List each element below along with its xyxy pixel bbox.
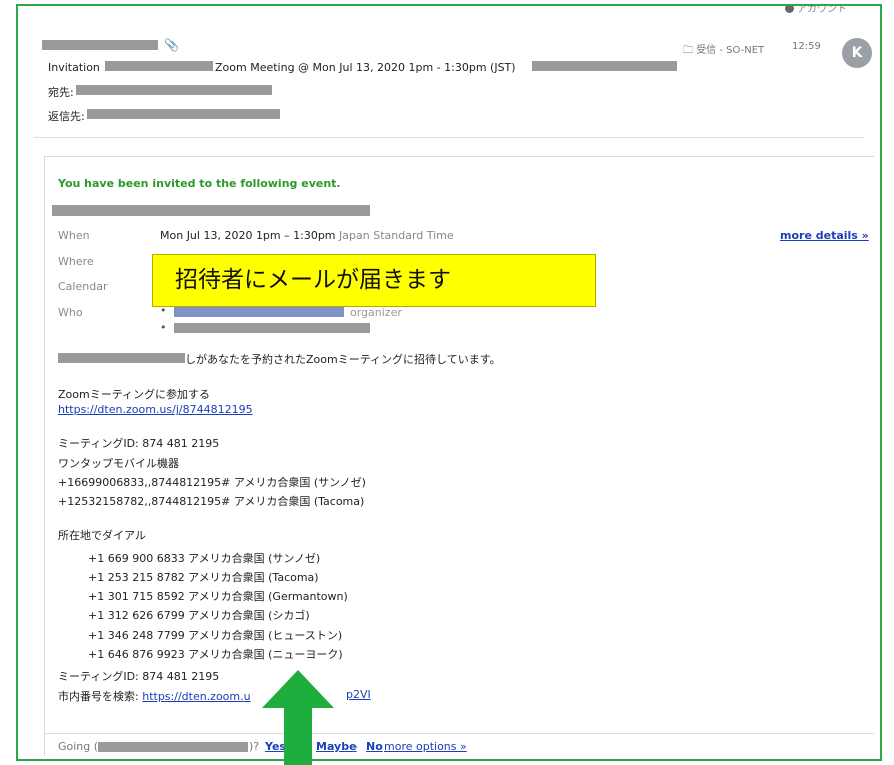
dial-number: +1 312 626 6799 アメリカ合衆国 (シカゴ) bbox=[88, 609, 310, 622]
up-arrow-icon bbox=[262, 670, 334, 765]
redacted-to bbox=[76, 85, 272, 95]
more-details-link[interactable]: more details » bbox=[780, 229, 869, 242]
going-label: Going ( bbox=[58, 740, 99, 753]
rsvp-separator: - bbox=[354, 740, 358, 753]
folder-icon: 🗀 bbox=[683, 45, 693, 56]
redacted-subject-name bbox=[105, 61, 213, 71]
dial-number: +1 253 215 8782 アメリカ合衆国 (Tacoma) bbox=[88, 571, 319, 584]
redacted-event-title bbox=[52, 205, 370, 216]
one-tap-number: +16699006833,,8744812195# アメリカ合衆国 (サンノゼ) bbox=[58, 476, 366, 489]
redacted-subject-email bbox=[532, 61, 677, 71]
when-value: Mon Jul 13, 2020 1pm – 1:30pm Japan Stan… bbox=[160, 229, 454, 242]
going-suffix: )? bbox=[249, 740, 260, 753]
invited-notice: You have been invited to the following e… bbox=[58, 177, 341, 190]
dial-number: +1 669 900 6833 アメリカ合衆国 (サンノゼ) bbox=[88, 552, 321, 565]
avatar[interactable]: K bbox=[842, 38, 872, 68]
join-link[interactable]: https://dten.zoom.us/j/8744812195 bbox=[58, 403, 253, 416]
more-options-link[interactable]: more options » bbox=[384, 740, 467, 753]
reply-to-label: 返信先: bbox=[48, 110, 85, 123]
one-tap-number: +12532158782,,8744812195# アメリカ合衆国 (Tacom… bbox=[58, 495, 365, 508]
subject-main: Zoom Meeting @ Mon Jul 13, 2020 1pm - 1:… bbox=[215, 61, 516, 74]
folder-label[interactable]: 🗀 受信 - SO-NET bbox=[683, 41, 764, 60]
redacted-reply-to bbox=[87, 109, 280, 119]
to-label: 宛先: bbox=[48, 86, 74, 99]
dial-heading: 所在地でダイアル bbox=[58, 529, 146, 542]
join-heading: Zoomミーティングに参加する bbox=[58, 388, 211, 401]
redacted-user-email bbox=[98, 742, 248, 752]
local-number-link[interactable]: https://dten.zoom.u bbox=[142, 690, 250, 703]
callout-note: 招待者にメールが届きます bbox=[152, 254, 596, 307]
one-tap-heading: ワンタップモバイル機器 bbox=[58, 457, 179, 470]
organizer-label: organizer bbox=[350, 306, 402, 319]
redacted-inviter-name bbox=[58, 353, 185, 363]
redacted-sender bbox=[42, 40, 158, 50]
dial-number: +1 646 876 9923 アメリカ合衆国 (ニューヨーク) bbox=[88, 648, 343, 661]
when-label: When bbox=[58, 229, 90, 242]
local-number-row: 市内番号を検索: https://dten.zoom.u bbox=[58, 690, 251, 703]
who-bullet-2: • bbox=[160, 321, 167, 334]
dial-number: +1 301 715 8592 アメリカ合衆国 (Germantown) bbox=[88, 590, 348, 603]
who-label: Who bbox=[58, 306, 83, 319]
received-time: 12:59 bbox=[792, 41, 821, 52]
subject-line: Invitation bbox=[48, 61, 100, 74]
dial-number: +1 346 248 7799 アメリカ合衆国 (ヒューストン) bbox=[88, 629, 343, 642]
intro-text: しがあなたを予約されたZoomミーティングに招待しています。 bbox=[185, 353, 501, 366]
paperclip-icon: 📎 bbox=[164, 38, 179, 52]
meeting-id: ミーティングID: 874 481 2195 bbox=[58, 437, 220, 450]
calendar-label: Calendar bbox=[58, 280, 108, 293]
where-label: Where bbox=[58, 255, 94, 268]
header-divider bbox=[34, 137, 864, 138]
local-number-link-end[interactable]: p2VI bbox=[346, 688, 371, 701]
rsvp-no-button[interactable]: No bbox=[366, 740, 383, 753]
redacted-organizer-email bbox=[174, 307, 344, 317]
redacted-guest-email bbox=[174, 323, 370, 333]
meeting-id: ミーティングID: 874 481 2195 bbox=[58, 670, 220, 683]
